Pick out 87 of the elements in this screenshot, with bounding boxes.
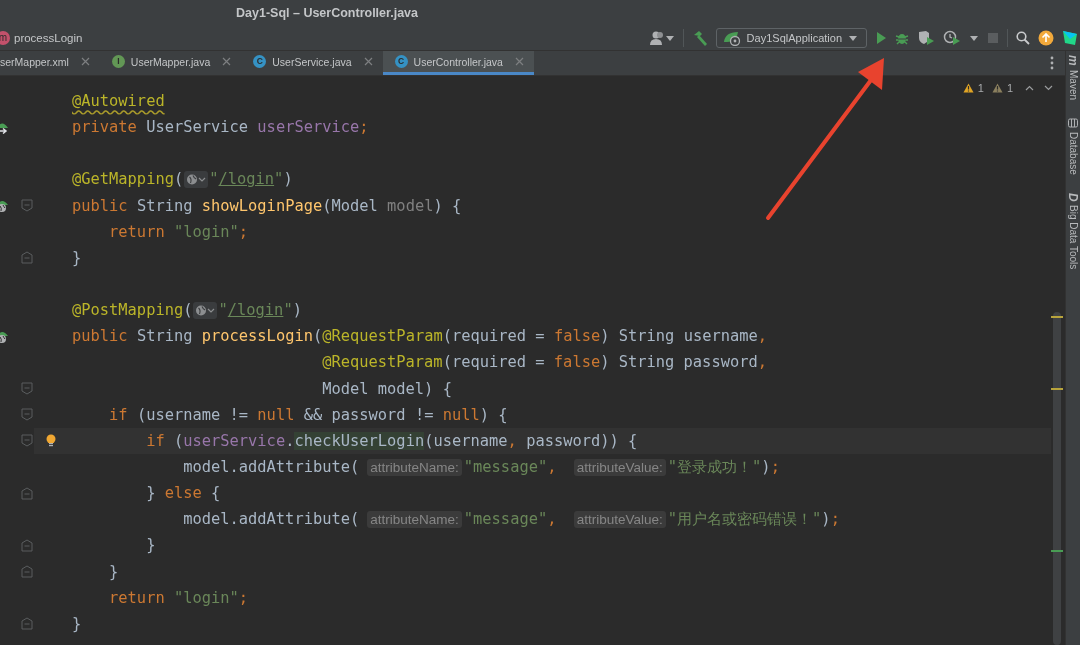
- logo-icon[interactable]: [1062, 29, 1078, 46]
- search-icon[interactable]: [1016, 30, 1030, 45]
- inlay-hint: attributeValue:: [573, 458, 666, 476]
- file-tab[interactable]: C UserService.java: [241, 51, 383, 75]
- fold-marker-icon[interactable]: [21, 199, 33, 213]
- tab-label: serMapper.xml: [0, 55, 69, 68]
- warning-count: 1: [1006, 82, 1013, 94]
- close-icon[interactable]: [80, 57, 90, 66]
- code-text: if (username != null && password != null) {: [108, 405, 508, 424]
- window-title: Day1-Sql – UserController.java: [236, 5, 419, 20]
- code-text: @GetMapping(: [72, 170, 184, 189]
- lightbulb-icon[interactable]: [45, 434, 57, 448]
- close-icon[interactable]: [363, 57, 373, 66]
- code-text: Model model) {: [321, 379, 452, 398]
- chevron-down-icon[interactable]: [1044, 85, 1053, 91]
- tab-label: UserController.java: [413, 55, 503, 68]
- fold-marker-icon[interactable]: [21, 251, 33, 265]
- stop-icon: [987, 31, 999, 44]
- code-text: }: [108, 562, 119, 581]
- globe-dropdown-icon[interactable]: [193, 301, 218, 319]
- run-icon[interactable]: [875, 30, 887, 45]
- code-text: "/login"): [218, 301, 302, 320]
- code-text: "message",: [463, 510, 558, 529]
- code-text: @Autowired: [72, 92, 165, 111]
- update-icon[interactable]: [1038, 29, 1054, 46]
- close-icon[interactable]: [222, 57, 232, 66]
- fold-marker-icon[interactable]: [21, 538, 33, 552]
- tool-window-button[interactable]: D Big Data Tools: [1066, 192, 1080, 270]
- code-text: } else {: [145, 484, 221, 503]
- fold-marker-icon[interactable]: [21, 408, 33, 422]
- tab-label: UserService.java: [272, 55, 352, 68]
- tool-window-button[interactable]: m Maven: [1066, 55, 1080, 100]
- class-icon: C: [253, 55, 267, 68]
- caret-icon[interactable]: [969, 33, 979, 42]
- database-icon: [1068, 117, 1078, 128]
- interface-icon: I: [111, 55, 125, 68]
- globe-dropdown-icon[interactable]: [184, 171, 209, 188]
- people-dropdown-icon[interactable]: [648, 29, 675, 46]
- tool-window-button[interactable]: Database: [1067, 117, 1079, 175]
- code-text: }: [72, 614, 82, 633]
- method-icon: m: [0, 30, 10, 45]
- code-text: }: [72, 248, 82, 267]
- close-icon[interactable]: [514, 57, 524, 66]
- inlay-hint: attributeName:: [367, 458, 462, 476]
- clock-run-icon[interactable]: [943, 29, 961, 46]
- chevron-up-icon[interactable]: [1025, 85, 1034, 91]
- tool-window-icon: m: [1066, 55, 1080, 66]
- tab-label: UserMapper.java: [130, 55, 211, 68]
- code-text: public String showLoginPage(Model model) {: [72, 196, 462, 215]
- code-text: return "login";: [108, 588, 249, 607]
- caret-icon: [848, 33, 858, 42]
- code-text: @PostMapping(: [72, 301, 193, 320]
- file-tab[interactable]: I UserMapper.java: [99, 51, 242, 75]
- run-configuration-dropdown[interactable]: Day1SqlApplication: [715, 27, 867, 48]
- fold-marker-icon[interactable]: [21, 565, 33, 579]
- warning-icon[interactable]: [962, 83, 974, 93]
- code-text: return "login";: [108, 222, 249, 241]
- file-tab[interactable]: serMapper.xml: [0, 51, 100, 75]
- file-tab[interactable]: C UserController.java: [382, 51, 534, 75]
- fold-marker-icon[interactable]: [21, 434, 33, 448]
- code-text: if (userService.checkUserLogin(username, password)) {: [145, 431, 638, 450]
- fold-marker-icon[interactable]: [21, 617, 33, 631]
- shield-run-icon[interactable]: [917, 29, 935, 46]
- fold-marker-icon[interactable]: [21, 382, 33, 396]
- more-options-icon[interactable]: [1050, 56, 1054, 70]
- code-text: "登录成功！");: [667, 456, 780, 478]
- code-text: "/login"): [209, 170, 293, 189]
- scrollbar[interactable]: [1053, 312, 1061, 645]
- code-text: public String processLogin(@RequestParam(required = false) String username,: [72, 327, 768, 346]
- code-text: "message",: [463, 458, 558, 477]
- breadcrumb-item[interactable]: processLogin: [14, 31, 83, 44]
- inlay-hint: attributeName:: [367, 510, 462, 528]
- code-text: model.addAttribute(: [182, 458, 360, 477]
- warning-count: 1: [977, 82, 984, 94]
- globe-icon[interactable]: [0, 329, 9, 343]
- code-text: @RequestParam(required = false) String password,: [321, 353, 767, 372]
- code-text: private UserService userService;: [72, 118, 369, 137]
- warning-icon[interactable]: [991, 83, 1003, 93]
- inlay-hint: attributeValue:: [573, 510, 666, 528]
- code-text: "用户名或密码错误！");: [667, 508, 840, 530]
- code-text: model.addAttribute(: [182, 510, 360, 529]
- fold-marker-icon[interactable]: [21, 486, 33, 500]
- leaf-gear-icon: [722, 29, 741, 46]
- tool-window-icon: D: [1066, 192, 1080, 202]
- code-text: }: [145, 536, 156, 555]
- globe-icon[interactable]: [0, 199, 9, 213]
- class-icon: C: [394, 55, 408, 68]
